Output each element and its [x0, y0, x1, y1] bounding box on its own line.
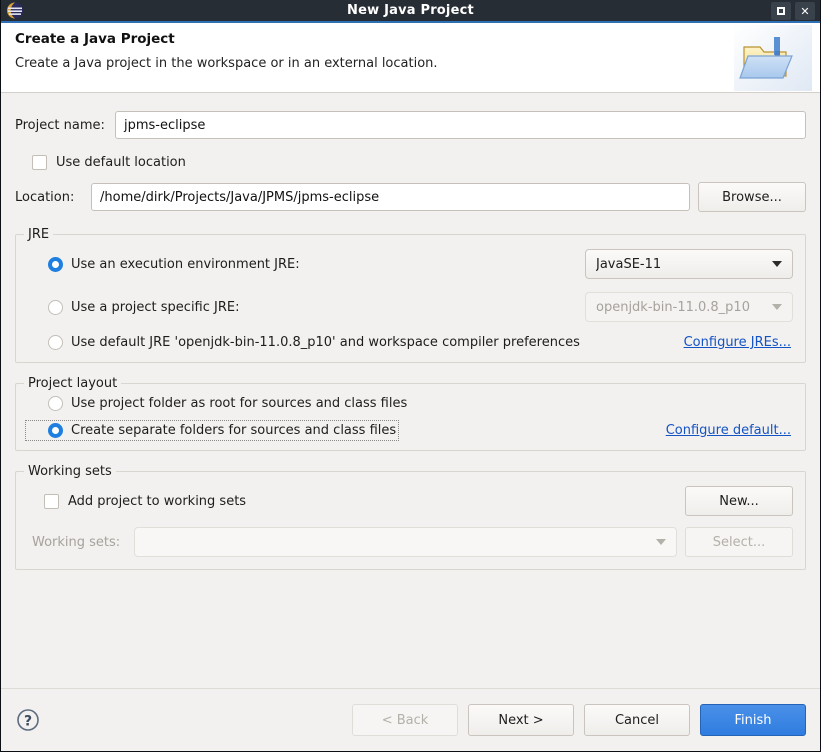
next-button[interactable]: Next > [468, 704, 574, 736]
layout-separate-folders-option[interactable]: Create separate folders for sources and … [24, 420, 400, 441]
jre-default-radio[interactable] [48, 335, 63, 350]
maximize-button[interactable] [771, 2, 791, 20]
page-title: Create a Java Project [15, 31, 175, 47]
add-working-sets-checkbox[interactable] [44, 493, 59, 509]
layout-root-folder-radio[interactable] [48, 396, 63, 411]
select-working-set-button: Select... [685, 527, 793, 557]
use-default-location-row: Use default location [15, 155, 806, 170]
jre-execution-env-row: Use an execution environment JRE: JavaSE… [28, 249, 793, 279]
jre-execution-env-radio[interactable] [48, 256, 63, 272]
add-working-sets-checkbox-row: Add project to working sets [28, 493, 677, 509]
jre-execution-env-option[interactable]: Use an execution environment JRE: [28, 256, 577, 272]
project-layout-group-legend: Project layout [24, 376, 122, 391]
new-working-set-button[interactable]: New... [685, 486, 793, 516]
working-sets-combo [134, 527, 677, 557]
close-button[interactable]: ✕ [795, 2, 815, 20]
project-layout-group-inner: Use project folder as root for sources a… [16, 384, 805, 450]
jre-group: JRE Use an execution environment JRE: Ja… [15, 227, 806, 363]
back-button: < Back [352, 704, 458, 736]
working-sets-select-row: Working sets: Select... [28, 527, 793, 557]
configure-default-link[interactable]: Configure default... [666, 423, 791, 438]
jre-project-specific-radio[interactable] [48, 299, 63, 315]
svg-text:?: ? [24, 714, 32, 730]
page-subtitle: Create a Java project in the workspace o… [15, 56, 438, 71]
working-sets-group: Working sets Add project to working sets… [15, 464, 806, 570]
help-question-icon[interactable]: ? [15, 707, 41, 733]
eclipse-logo-icon [5, 2, 25, 20]
layout-separate-folders-row: Create separate folders for sources and … [24, 420, 793, 441]
finish-button[interactable]: Finish [700, 704, 806, 736]
window-controls: ✕ [771, 2, 815, 20]
jre-group-legend: JRE [24, 227, 54, 242]
jre-group-inner: Use an execution environment JRE: JavaSE… [16, 235, 805, 362]
dialog-header: Create a Java Project Create a Java proj… [1, 23, 820, 93]
jre-default-row: Use default JRE 'openjdk-bin-11.0.8_p10'… [28, 335, 793, 350]
use-default-location-label: Use default location [56, 155, 186, 170]
browse-button[interactable]: Browse... [698, 182, 806, 212]
jre-default-label: Use default JRE 'openjdk-bin-11.0.8_p10'… [71, 335, 580, 350]
location-row: Location: /home/dirk/Projects/Java/JPMS/… [15, 182, 806, 212]
project-name-label: Project name: [15, 117, 105, 133]
chevron-down-icon [656, 539, 666, 545]
layout-root-folder-label: Use project folder as root for sources a… [71, 396, 408, 411]
project-name-input[interactable]: jpms-eclipse [115, 111, 806, 139]
chevron-down-icon [772, 304, 782, 310]
jre-project-specific-row: Use a project specific JRE: openjdk-bin-… [28, 292, 793, 322]
jre-execution-env-label: Use an execution environment JRE: [71, 256, 300, 272]
jre-project-specific-label: Use a project specific JRE: [71, 299, 240, 315]
layout-root-folder-option[interactable]: Use project folder as root for sources a… [28, 396, 793, 411]
cancel-button[interactable]: Cancel [584, 704, 690, 736]
chevron-down-icon [772, 261, 782, 267]
add-working-sets-label: Add project to working sets [68, 493, 247, 509]
jre-default-option[interactable]: Use default JRE 'openjdk-bin-11.0.8_p10'… [28, 335, 676, 350]
jre-project-specific-option[interactable]: Use a project specific JRE: [28, 299, 577, 315]
configure-jres-link[interactable]: Configure JREs... [684, 335, 791, 350]
java-project-folder-icon [734, 25, 812, 91]
maximize-icon [777, 7, 785, 15]
working-sets-label: Working sets: [32, 534, 121, 550]
dialog-footer: ? < Back Next > Cancel Finish [1, 689, 820, 751]
title-bar: New Java Project ✕ [1, 0, 820, 23]
execution-environment-combo[interactable]: JavaSE-11 [585, 249, 793, 279]
new-java-project-dialog: New Java Project ✕ Create a Java Project… [0, 0, 821, 752]
window-title: New Java Project [347, 3, 474, 18]
location-label: Location: [15, 189, 75, 205]
project-jre-value: openjdk-bin-11.0.8_p10 [596, 299, 750, 315]
execution-environment-value: JavaSE-11 [596, 256, 662, 272]
working-sets-group-inner: Add project to working sets New... Worki… [16, 472, 805, 569]
project-name-row: Project name: jpms-eclipse [15, 111, 806, 139]
project-layout-group: Project layout Use project folder as roo… [15, 376, 806, 451]
dialog-body: Project name: jpms-eclipse Use default l… [1, 93, 820, 689]
location-input[interactable]: /home/dirk/Projects/Java/JPMS/jpms-eclip… [91, 183, 690, 211]
layout-separate-folders-label: Create separate folders for sources and … [71, 423, 397, 438]
working-sets-group-legend: Working sets [24, 464, 116, 479]
add-working-sets-row: Add project to working sets New... [28, 486, 793, 516]
use-default-location-checkbox[interactable] [32, 155, 47, 170]
project-jre-combo: openjdk-bin-11.0.8_p10 [585, 292, 793, 322]
layout-separate-folders-radio[interactable] [48, 423, 63, 438]
